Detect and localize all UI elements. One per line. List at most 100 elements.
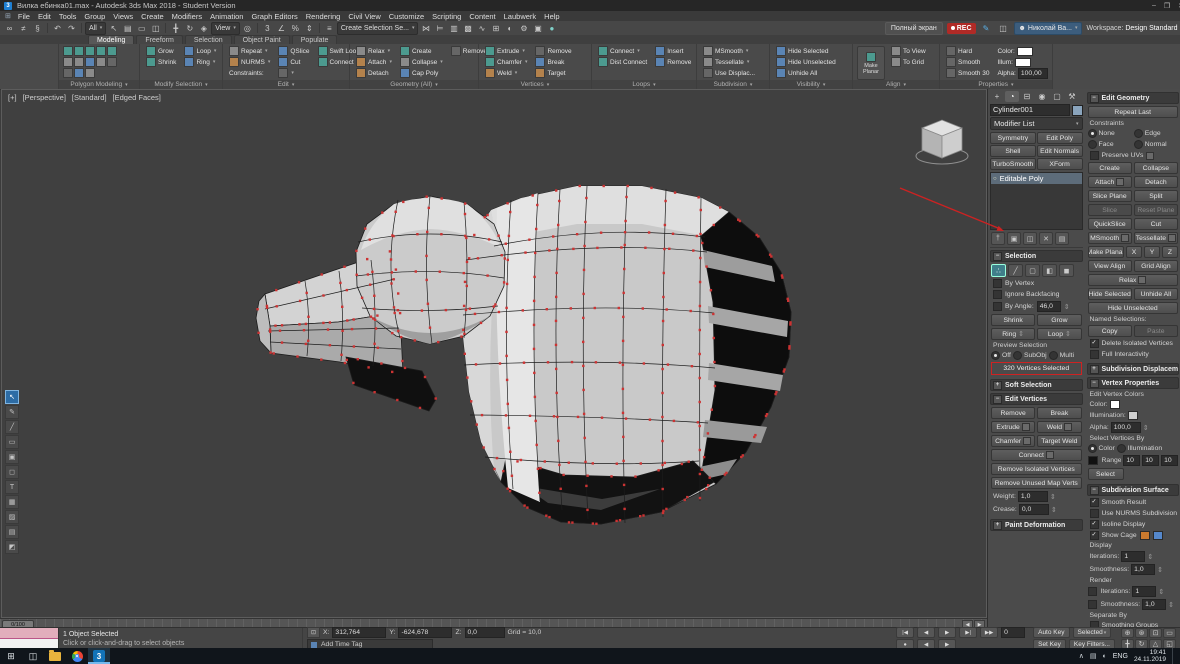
hide-selected-button[interactable]: Hide Selected <box>774 46 838 56</box>
selection-filter-dropdown[interactable]: All▾ <box>85 22 106 35</box>
use-nurms-checkbox[interactable]: Use NURMS Subdivision <box>1088 509 1179 518</box>
panel-label-geometry[interactable]: Geometry (All)▾ <box>350 80 478 89</box>
viewcube[interactable] <box>912 114 972 170</box>
by-angle-checkbox[interactable]: By Angle:46,0⇕ <box>991 301 1082 312</box>
range-b-field[interactable]: 10 <box>1161 455 1178 466</box>
alpha-field[interactable]: 100,00 <box>1018 68 1048 79</box>
modifier-edit-poly-button[interactable]: Edit Poly <box>1037 132 1083 144</box>
angle-snap-icon[interactable]: ∠ <box>275 22 288 34</box>
dist-connect-button[interactable]: Dist Connect <box>596 57 649 67</box>
grow-button[interactable]: Grow <box>1037 314 1081 326</box>
menu-item-help[interactable]: Help <box>540 12 563 21</box>
menu-item-tools[interactable]: Tools <box>55 12 81 21</box>
insert-loop-button[interactable]: Insert <box>653 46 693 56</box>
make-unique-icon[interactable]: ◫ <box>1023 232 1037 245</box>
smooth-button[interactable]: Smooth <box>944 57 991 67</box>
fill-tool-icon[interactable]: ▣ <box>5 450 19 464</box>
break-button[interactable]: Break <box>1037 407 1081 419</box>
modifier-list-dropdown[interactable]: Modifier List▾ <box>990 117 1083 130</box>
render-icon[interactable]: ● <box>545 22 558 34</box>
x-coordinate-field[interactable]: 312,764 <box>332 627 386 638</box>
file-explorer-icon[interactable] <box>44 648 66 664</box>
app-icon[interactable]: 3 <box>4 2 12 10</box>
tessellate-button[interactable]: Tessellate▾ <box>701 57 757 67</box>
preview-multi-radio[interactable]: Multi <box>1049 351 1074 360</box>
ribbon-tab-freeform[interactable]: Freeform <box>136 35 182 44</box>
remove-button[interactable]: Remove <box>991 407 1035 419</box>
preserve-uvs-checkbox[interactable]: Preserve UVs <box>1088 151 1179 160</box>
slice-plane-button[interactable]: Slice Plane <box>1088 190 1132 202</box>
workspace-selector[interactable]: Workspace: Design Standard▾ <box>1086 25 1180 32</box>
start-button[interactable]: ⊞ <box>0 648 22 664</box>
crease-field[interactable]: 0,0 <box>1019 504 1049 515</box>
polygon-mode-icon[interactable]: ◧ <box>1042 264 1057 277</box>
schematic-view-icon[interactable]: ⊞ <box>489 22 502 34</box>
repeat-button[interactable]: Repeat▾ <box>227 46 272 56</box>
task-view-icon[interactable]: ◫ <box>22 648 44 664</box>
pin-stack-icon[interactable]: † <box>991 232 1005 245</box>
mirror-icon[interactable]: ⋈ <box>419 22 432 34</box>
modifier-symmetry-button[interactable]: Symmetry <box>990 132 1036 144</box>
overlay-icon[interactable]: ◫ <box>997 22 1010 34</box>
panel-label-edit[interactable]: Edit▾ <box>223 80 349 89</box>
rollout-subdivision-displacement-header[interactable]: +Subdivision Displacement <box>1087 363 1180 375</box>
menu-item-graph-editors[interactable]: Graph Editors <box>247 12 301 21</box>
text-tool-icon[interactable]: T <box>5 480 19 494</box>
attach-button[interactable]: Attach▾ <box>354 57 394 67</box>
panel-label-subdivision[interactable]: Subdivision▾ <box>697 80 769 89</box>
nurms-button[interactable]: NURMS▾ <box>227 57 272 67</box>
modifier-stack[interactable]: ○ Editable Poly <box>990 172 1083 230</box>
ring-button[interactable]: Ring⇕ <box>991 328 1035 340</box>
view-align-button[interactable]: View Align <box>1088 260 1132 272</box>
3dsmax-taskbar-icon[interactable]: 3 <box>88 648 110 664</box>
modifier-edit-normals-button[interactable]: Edit Normals <box>1037 145 1083 157</box>
vertex-mode-icon[interactable]: ∴ <box>991 264 1006 277</box>
to-grid-button[interactable]: To Grid <box>889 57 928 67</box>
line-tool-icon[interactable]: ╱ <box>5 420 19 434</box>
range-g-field[interactable]: 10 <box>1142 455 1159 466</box>
window-crossing-icon[interactable]: ◫ <box>149 22 162 34</box>
select-by-color-radio[interactable]: Color <box>1088 444 1115 453</box>
ring-button[interactable]: Ring▾ <box>182 57 218 67</box>
loop-button[interactable]: Loop▾ <box>182 46 218 56</box>
panel-label-visibility[interactable]: Visibility▾ <box>770 80 852 89</box>
illumination-swatch[interactable] <box>1128 411 1138 420</box>
by-angle-field[interactable]: 46,0 <box>1037 301 1061 312</box>
edge-subobject-icon[interactable] <box>74 46 84 56</box>
auto-key-button[interactable]: Auto Key <box>1033 627 1069 638</box>
render-frame-icon[interactable]: ▣ <box>531 22 544 34</box>
modify-tab-icon[interactable]: ◔ <box>1005 91 1019 102</box>
preview-subobj-radio[interactable]: SubObj <box>1013 351 1047 360</box>
scale-icon[interactable]: ◈ <box>197 22 210 34</box>
alpha-row[interactable]: Alpha:100,00 <box>995 68 1049 78</box>
render-setup-icon[interactable]: ⚙ <box>517 22 530 34</box>
select-object-icon[interactable]: ↖ <box>107 22 120 34</box>
zoom-extents-icon[interactable]: ⊡ <box>1149 628 1162 638</box>
menu-item-group[interactable]: Group <box>80 12 109 21</box>
maximize-button[interactable]: ❐ <box>1164 2 1170 10</box>
pm-icon-4[interactable] <box>96 57 106 67</box>
detach-button[interactable]: Detach <box>1134 176 1178 188</box>
range-r-field[interactable]: 10 <box>1123 455 1140 466</box>
vertex-color-swatch[interactable] <box>1110 400 1120 409</box>
play-button[interactable]: ▶ <box>938 627 956 638</box>
menu-item-civil-view[interactable]: Civil View <box>344 12 384 21</box>
pm-icon-7[interactable] <box>74 68 84 78</box>
named-sets-icon[interactable]: ≡ <box>323 22 336 34</box>
configure-modifier-sets-icon[interactable]: ▤ <box>1055 232 1069 245</box>
copy-button[interactable]: Copy <box>1088 325 1132 337</box>
preview-off-radio[interactable]: Off <box>991 351 1011 360</box>
ribbon-tab-selection[interactable]: Selection <box>185 35 232 44</box>
link-icon[interactable]: ∞ <box>3 22 16 34</box>
display-tab-icon[interactable]: ▢ <box>1050 91 1064 102</box>
swatch-tool-icon[interactable]: ◩ <box>5 540 19 554</box>
ribbon-tab-object-paint[interactable]: Object Paint <box>234 35 290 44</box>
hide-selected-button[interactable]: Hide Selected <box>1088 288 1132 300</box>
smooth-30-button[interactable]: Smooth 30 <box>944 68 991 78</box>
extrude-button[interactable]: Extrude <box>991 421 1035 433</box>
use-pivot-icon[interactable]: ◎ <box>241 22 254 34</box>
weld-button[interactable]: Weld▾ <box>483 68 529 78</box>
z-coordinate-field[interactable]: 0,0 <box>465 627 505 638</box>
break-button[interactable]: Break <box>533 57 573 67</box>
zoom-all-icon[interactable]: ⊛ <box>1135 628 1148 638</box>
